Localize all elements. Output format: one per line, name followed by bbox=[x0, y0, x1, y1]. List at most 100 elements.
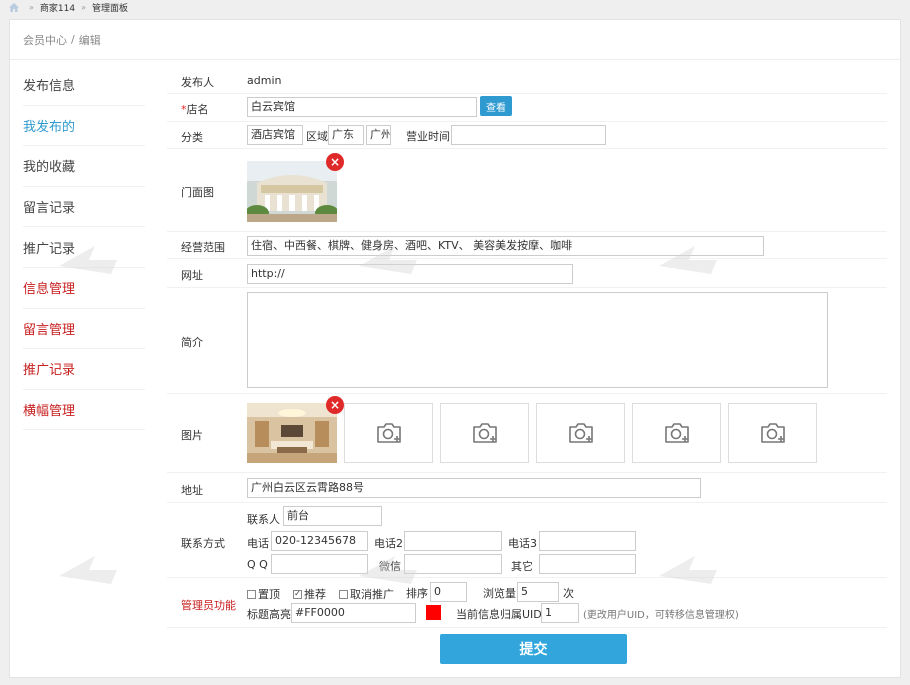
upload-slot-3[interactable] bbox=[536, 403, 625, 463]
region-city-select[interactable]: 广州 bbox=[366, 125, 391, 145]
recommend-checkbox[interactable]: ✓ 推荐 bbox=[293, 586, 326, 602]
phone2-label: 电话2 bbox=[374, 537, 403, 550]
upload-slot-2[interactable] bbox=[440, 403, 529, 463]
row-category: 分类 酒店宾馆 区域 广东 广州 营业时间 bbox=[167, 122, 887, 149]
breadcrumb-member-center[interactable]: 会员中心 bbox=[23, 32, 67, 48]
row-shop-name: *店名 白云宾馆 查看 bbox=[167, 94, 887, 122]
checkmark-icon[interactable]: ✓ bbox=[293, 589, 302, 599]
sidebar-item-message-admin[interactable]: 留言管理 bbox=[23, 309, 145, 350]
views-unit: 次 bbox=[563, 587, 574, 600]
highlight-label: 标题高亮 bbox=[247, 608, 291, 621]
highlight-color-swatch[interactable] bbox=[426, 605, 441, 620]
pin-label: 置顶 bbox=[258, 588, 280, 601]
contact-person-label: 联系人 bbox=[247, 513, 280, 526]
home-icon[interactable] bbox=[9, 2, 19, 12]
row-scope: 经营范围 住宿、中西餐、棋牌、健身房、酒吧、KTV、 美容美发按摩、咖啡 bbox=[167, 232, 887, 259]
camera-add-icon bbox=[376, 423, 401, 443]
row-contact: 联系方式 联系人 前台 电话 020-12345678 电话2 电话3 Q Q … bbox=[167, 503, 887, 578]
scope-input[interactable]: 住宿、中西餐、棋牌、健身房、酒吧、KTV、 美容美发按摩、咖啡 bbox=[247, 236, 764, 256]
breadcrumb-current: 编辑 bbox=[78, 33, 101, 47]
hours-input[interactable] bbox=[451, 125, 606, 145]
checkbox-box[interactable] bbox=[339, 589, 348, 599]
camera-add-icon bbox=[664, 423, 689, 443]
breadcrumb-slash: / bbox=[71, 33, 75, 46]
region-label: 区域 bbox=[306, 130, 328, 143]
top-breadcrumb: » 商家114 » 管理面板 bbox=[0, 0, 910, 14]
shop-name-label-text: 店名 bbox=[186, 103, 209, 116]
checkbox-box[interactable] bbox=[247, 589, 256, 599]
cancel-promo-checkbox[interactable]: 取消推广 bbox=[339, 586, 394, 602]
phone3-input[interactable] bbox=[539, 531, 636, 551]
top-crumb-panel[interactable]: 管理面板 bbox=[92, 1, 128, 14]
delete-gallery-image-icon[interactable]: × bbox=[326, 396, 344, 414]
phone2-input[interactable] bbox=[404, 531, 502, 551]
images-label: 图片 bbox=[181, 429, 203, 442]
owner-uid-hint: (更改用户UID，可转移信息管理权) bbox=[583, 610, 739, 621]
row-storefront: 门面图 × bbox=[167, 149, 887, 232]
intro-textarea[interactable] bbox=[247, 292, 828, 388]
website-label: 网址 bbox=[181, 269, 203, 282]
phone-label: 电话 bbox=[247, 537, 269, 550]
highlight-input[interactable]: #FF0000 bbox=[291, 603, 416, 623]
sidebar-item-info-admin[interactable]: 信息管理 bbox=[23, 268, 145, 309]
upload-slot-4[interactable] bbox=[632, 403, 721, 463]
breadcrumb: 会员中心 / 编辑 bbox=[10, 20, 900, 60]
pin-checkbox[interactable]: 置顶 bbox=[247, 586, 280, 602]
sidebar: 发布信息 我发布的 我的收藏 留言记录 推广记录 信息管理 留言管理 推广记录 … bbox=[23, 65, 145, 431]
category-label: 分类 bbox=[181, 131, 203, 144]
other-label: 其它 bbox=[511, 560, 533, 573]
sort-label: 排序 bbox=[406, 587, 428, 600]
sidebar-item-publish[interactable]: 发布信息 bbox=[23, 65, 145, 106]
view-button[interactable]: 查看 bbox=[480, 96, 512, 116]
sidebar-item-my-posts[interactable]: 我发布的 bbox=[23, 106, 145, 147]
sidebar-item-favorites[interactable]: 我的收藏 bbox=[23, 146, 145, 187]
publisher-value: admin bbox=[247, 74, 282, 87]
cancel-promo-label: 取消推广 bbox=[350, 588, 394, 601]
qq-input[interactable] bbox=[271, 554, 368, 574]
sort-input[interactable]: 0 bbox=[430, 582, 467, 602]
views-input[interactable]: 5 bbox=[517, 582, 559, 602]
row-images: 图片 × bbox=[167, 394, 887, 473]
wechat-input[interactable] bbox=[404, 554, 502, 574]
row-intro: 简介 bbox=[167, 288, 887, 394]
address-input[interactable]: 广州白云区云霄路88号 bbox=[247, 478, 701, 498]
shop-name-input[interactable]: 白云宾馆 bbox=[247, 97, 477, 117]
category-select[interactable]: 酒店宾馆 bbox=[247, 125, 303, 145]
top-crumb-shop[interactable]: 商家114 bbox=[40, 1, 75, 14]
contact-label: 联系方式 bbox=[181, 537, 225, 550]
phone3-label: 电话3 bbox=[508, 537, 537, 550]
contact-person-input[interactable]: 前台 bbox=[283, 506, 382, 526]
region-province-select[interactable]: 广东 bbox=[328, 125, 364, 145]
website-input[interactable]: http:// bbox=[247, 264, 573, 284]
hours-label: 营业时间 bbox=[406, 130, 450, 143]
sidebar-item-promotions[interactable]: 推广记录 bbox=[23, 227, 145, 268]
owner-uid-input[interactable]: 1 bbox=[541, 603, 579, 623]
intro-label: 简介 bbox=[181, 336, 203, 349]
row-address: 地址 广州白云区云霄路88号 bbox=[167, 473, 887, 503]
sidebar-item-promotion-admin[interactable]: 推广记录 bbox=[23, 349, 145, 390]
sidebar-item-banner-admin[interactable]: 横幅管理 bbox=[23, 390, 145, 431]
phone-input[interactable]: 020-12345678 bbox=[271, 531, 368, 551]
submit-button[interactable]: 提交 bbox=[440, 634, 627, 664]
row-publisher: 发布人 admin bbox=[167, 68, 887, 94]
upload-slot-1[interactable] bbox=[344, 403, 433, 463]
camera-add-icon bbox=[472, 423, 497, 443]
publisher-label: 发布人 bbox=[181, 76, 214, 89]
other-input[interactable] bbox=[539, 554, 636, 574]
upload-slot-5[interactable] bbox=[728, 403, 817, 463]
views-label: 浏览量 bbox=[483, 587, 516, 600]
gallery-image[interactable] bbox=[247, 403, 337, 463]
owner-uid-label: 当前信息归属UID bbox=[456, 608, 542, 621]
sidebar-item-messages[interactable]: 留言记录 bbox=[23, 187, 145, 228]
camera-add-icon bbox=[760, 423, 785, 443]
shop-name-label: *店名 bbox=[181, 101, 209, 117]
storefront-image[interactable] bbox=[247, 161, 337, 222]
recommend-label: 推荐 bbox=[304, 588, 326, 601]
camera-add-icon bbox=[568, 423, 593, 443]
delete-storefront-icon[interactable]: × bbox=[326, 153, 344, 171]
wechat-label: 微信 bbox=[379, 560, 401, 573]
row-admin: 管理员功能 置顶 ✓ 推荐 取消推广 排序 0 浏览量 5 次 标题高亮 #FF0… bbox=[167, 578, 887, 628]
breadcrumb-separator: » bbox=[29, 2, 34, 12]
storefront-label: 门面图 bbox=[181, 186, 214, 199]
address-label: 地址 bbox=[181, 484, 203, 497]
